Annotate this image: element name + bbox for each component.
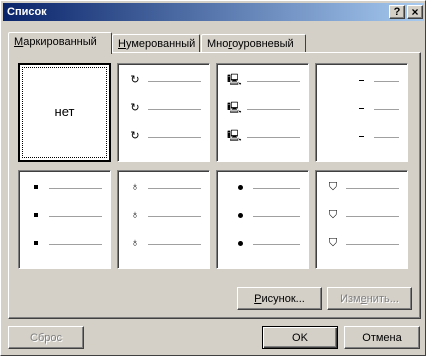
bullet-style-shield[interactable]: ⛉ ⛉ ⛉ <box>315 170 408 269</box>
circle-arrow-icon: ↻ <box>130 102 140 114</box>
square-bullet-icon <box>29 180 43 194</box>
list-item <box>233 183 300 193</box>
list-item <box>354 76 399 86</box>
flame-icon: ♁ <box>130 209 140 221</box>
tab-numbered[interactable]: Нумерованный <box>112 34 200 54</box>
dot-bullet-icon <box>233 236 247 250</box>
none-label: нет <box>54 104 75 119</box>
flame-icon: ♁ <box>130 237 140 249</box>
bullet-style-round-dot[interactable] <box>216 170 309 269</box>
tab-numbered-label: Нумерованный <box>118 38 196 50</box>
square-bullet-icon <box>29 208 43 222</box>
reset-button[interactable]: Сброс <box>8 326 84 349</box>
circle-arrow-icon: ↻ <box>130 74 140 86</box>
list-item: ⛉ <box>326 237 399 249</box>
list-item <box>233 211 300 221</box>
list-item <box>354 104 399 114</box>
tab-bulleted[interactable]: Маркированный <box>8 32 112 54</box>
list-item <box>29 239 102 249</box>
dot-bullet-icon <box>233 180 247 194</box>
bullet-style-none[interactable]: нет <box>18 63 111 162</box>
bullet-style-small-square[interactable] <box>18 170 111 269</box>
list-item: 🖳 <box>227 74 300 86</box>
help-button[interactable]: ? <box>389 5 405 19</box>
computer-icon: 🖳 <box>227 102 242 114</box>
list-item: ♁ <box>128 209 201 221</box>
bullet-style-circle-arrow[interactable]: ↻ ↻ ↻ <box>117 63 210 162</box>
customize-button[interactable]: Изменить... <box>327 287 412 310</box>
list-item: ♁ <box>128 181 201 193</box>
list-item <box>354 132 399 142</box>
list-item: ⛉ <box>326 209 399 221</box>
shield-icon: ⛉ <box>328 237 338 249</box>
cancel-button[interactable]: Отмена <box>344 326 420 349</box>
window-title: Список <box>7 6 47 18</box>
list-item: 🖳 <box>227 130 300 142</box>
bullet-style-computer[interactable]: 🖳 🖳 🖳 <box>216 63 309 162</box>
list-item: ↻ <box>128 102 201 114</box>
list-item <box>29 183 102 193</box>
tab-multilevel[interactable]: Многоуровневый <box>201 34 306 54</box>
shield-icon: ⛉ <box>328 181 338 193</box>
computer-icon: 🖳 <box>227 74 242 86</box>
list-item <box>29 211 102 221</box>
shield-icon: ⛉ <box>328 209 338 221</box>
picture-button[interactable]: Рисунок... <box>237 287 322 310</box>
bullet-style-flame[interactable]: ♁ ♁ ♁ <box>117 170 210 269</box>
list-item: 🖳 <box>227 102 300 114</box>
flame-icon: ♁ <box>130 181 140 193</box>
tab-panel: нет ↻ ↻ ↻ 🖳 🖳 🖳 ♁ ♁ ♁ ⛉ ⛉ ⛉ Рисунок... И… <box>8 52 421 319</box>
computer-icon: 🖳 <box>227 130 242 142</box>
close-button[interactable]: × <box>407 5 423 19</box>
list-item <box>233 239 300 249</box>
square-bullet-icon <box>29 236 43 250</box>
ok-button[interactable]: OK <box>262 326 338 349</box>
dash-icon <box>354 101 368 115</box>
tab-multilevel-label: Многоуровневый <box>207 38 294 50</box>
dash-icon <box>354 129 368 143</box>
tab-bulleted-label: Маркированный <box>14 36 97 48</box>
bullet-style-dash[interactable] <box>315 63 408 162</box>
list-dialog: Список ? × Маркированный Нумерованный Мн… <box>0 0 426 356</box>
list-item: ⛉ <box>326 181 399 193</box>
dash-icon <box>354 73 368 87</box>
dot-bullet-icon <box>233 208 247 222</box>
circle-arrow-icon: ↻ <box>130 130 140 142</box>
title-bar: Список ? × <box>3 3 424 21</box>
list-item: ↻ <box>128 130 201 142</box>
list-item: ↻ <box>128 74 201 86</box>
list-item: ♁ <box>128 237 201 249</box>
